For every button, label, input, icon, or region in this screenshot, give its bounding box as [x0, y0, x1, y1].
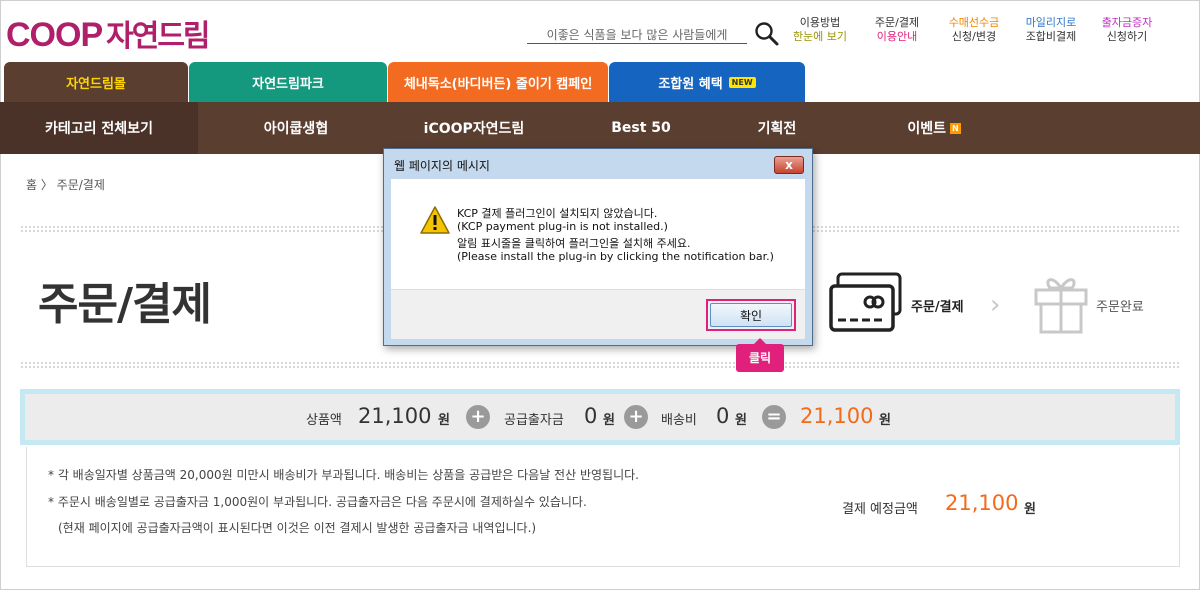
equals-icon: = [762, 405, 786, 429]
gift-icon [1034, 278, 1088, 334]
top-link-investment-line2: 신청하기 [1106, 30, 1148, 43]
nav-item-icoop[interactable]: 아이쿱생협 [198, 102, 394, 154]
nav-label: 카테고리 전체보기 [45, 121, 153, 137]
dialog-message-line: (Please install the plug-in by clicking … [457, 250, 774, 263]
breadcrumb: 홈 〉 주문/결제 [26, 178, 105, 192]
product-amount-value: 21,100 [358, 404, 432, 428]
logo-latin-text: COOP [6, 16, 103, 54]
top-link-investment[interactable]: 출자금증자 신청하기 [1087, 16, 1167, 44]
product-amount-label: 상품액 [306, 413, 342, 428]
note-supply-investment: * 주문시 배송일별로 공급출자금 1,000원이 부과됩니다. 공급출자금은 … [48, 495, 587, 509]
top-link-order-line1: 주문/결제 [874, 16, 920, 29]
top-link-advance-line2: 신청/변경 [951, 30, 997, 43]
top-link-mileage[interactable]: 마일리지로 조합비결제 [1011, 16, 1091, 44]
site-tabs: 자연드림몰 자연드림파크 체내독소(바디버든) 줄이기 캠페인 조합원 혜택 N… [0, 62, 1200, 102]
chevron-right-icon: › [990, 290, 1001, 320]
page-title: 주문/결제 [38, 279, 212, 330]
coop-logo[interactable]: COOP 자연드림 [6, 8, 211, 54]
dialog-title: 웹 페이지의 메시지 [394, 159, 490, 173]
top-link-advance-line1: 수매선수금 [948, 16, 1000, 29]
nav-label: 아이쿱생협 [263, 121, 329, 137]
top-link-investment-line1: 출자금증자 [1101, 16, 1153, 29]
payment-expected-label: 결제 예정금액 [842, 502, 918, 517]
webpage-message-dialog: 웹 페이지의 메시지 x KCP 결제 플러그인이 설치되지 않았습니다. (K… [383, 148, 813, 346]
main-nav: 카테고리 전체보기 아이쿱생협 iCOOP자연드림 Best 50 기획전 이벤… [0, 102, 1200, 154]
step-current-label: 주문/결제 [911, 300, 964, 315]
dialog-body: KCP 결제 플러그인이 설치되지 않았습니다. (KCP payment pl… [391, 179, 805, 289]
top-link-advance-payment[interactable]: 수매선수금 신청/변경 [934, 16, 1014, 44]
tab-naturaldream-mall[interactable]: 자연드림몰 [4, 62, 188, 102]
dialog-message-line: (KCP payment plug-in is not installed.) [457, 220, 668, 233]
tab-member-benefits[interactable]: 조합원 혜택 NEW [609, 62, 805, 102]
click-annotation: 클릭 [736, 338, 784, 372]
new-badge: NEW [728, 76, 756, 88]
ok-button-highlight: 확인 [706, 299, 796, 331]
top-link-order-line2: 이용안내 [876, 30, 918, 43]
top-link-guide-line2: 한눈에 보기 [792, 30, 848, 43]
search-input[interactable] [527, 25, 747, 45]
warning-icon [420, 206, 450, 234]
currency-unit: 원 [438, 413, 450, 428]
top-link-guide[interactable]: 이용방법 한눈에 보기 [780, 16, 860, 44]
dotted-divider-bottom [20, 361, 1180, 369]
step-next-label: 주문완료 [1096, 300, 1144, 315]
search-button[interactable] [753, 20, 781, 48]
order-summary-row: 상품액 21,100 원 + 공급출자금 0 원 + 배송비 0 원 = 21,… [0, 404, 1200, 430]
shipping-fee-value: 0 [716, 404, 730, 428]
tab-naturaldream-park[interactable]: 자연드림파크 [189, 62, 387, 102]
top-link-guide-line1: 이용방법 [799, 16, 841, 29]
search-icon [755, 22, 779, 46]
dialog-message-line: 알림 표시줄을 클릭하여 플러그인을 설치해 주세요. [457, 237, 691, 250]
supply-investment-value: 0 [584, 404, 598, 428]
currency-unit: 원 [735, 413, 747, 428]
nav-label: 기획전 [757, 121, 797, 137]
tab-label: 조합원 혜택 [658, 76, 723, 92]
tab-label: 자연드림몰 [66, 76, 126, 92]
close-icon: x [785, 158, 793, 172]
nav-item-promotions[interactable]: 기획전 [722, 102, 832, 154]
tab-label: 자연드림파크 [252, 76, 324, 92]
nav-label: 이벤트 [907, 121, 946, 137]
shipping-fee-label: 배송비 [661, 413, 697, 428]
new-badge: N [949, 122, 961, 134]
note-supply-history: (현재 페이지에 공급출자금액이 표시된다면 이것은 이전 결제시 발생한 공급… [58, 521, 537, 535]
currency-unit: 원 [1024, 502, 1036, 517]
nav-item-best50[interactable]: Best 50 [586, 102, 696, 154]
nav-item-all-categories[interactable]: 카테고리 전체보기 [0, 102, 198, 154]
top-link-mileage-line2: 조합비결제 [1025, 30, 1077, 43]
nav-label: iCOOP자연드림 [423, 121, 525, 137]
plus-icon: + [624, 405, 648, 429]
tab-label: 체내독소(바디버든) 줄이기 캠페인 [403, 76, 593, 92]
plus-icon: + [466, 405, 490, 429]
nav-item-icoop-naturaldream[interactable]: iCOOP자연드림 [394, 102, 554, 154]
total-amount-value: 21,100 [800, 404, 874, 428]
currency-unit: 원 [879, 413, 891, 428]
top-link-mileage-line1: 마일리지로 [1025, 16, 1077, 29]
logo-korean-text: 자연드림 [106, 19, 210, 54]
nav-label: Best 50 [611, 120, 671, 136]
dialog-message-line: KCP 결제 플러그인이 설치되지 않았습니다. [457, 207, 658, 220]
supply-investment-label: 공급출자금 [504, 413, 564, 428]
close-button[interactable]: x [774, 156, 804, 174]
note-shipping-fee: * 각 배송일자별 상품금액 20,000원 미만시 배송비가 부과됩니다. 배… [48, 468, 639, 482]
ok-button[interactable]: 확인 [710, 303, 792, 327]
nav-item-events[interactable]: 이벤트 N [874, 102, 994, 154]
credit-card-icon [829, 272, 902, 332]
tab-body-burden-campaign[interactable]: 체내독소(바디버든) 줄이기 캠페인 [388, 62, 608, 102]
search-field [527, 24, 747, 45]
top-link-order-guide[interactable]: 주문/결제 이용안내 [857, 16, 937, 44]
payment-expected-value: 21,100 [945, 491, 1019, 515]
currency-unit: 원 [603, 413, 615, 428]
